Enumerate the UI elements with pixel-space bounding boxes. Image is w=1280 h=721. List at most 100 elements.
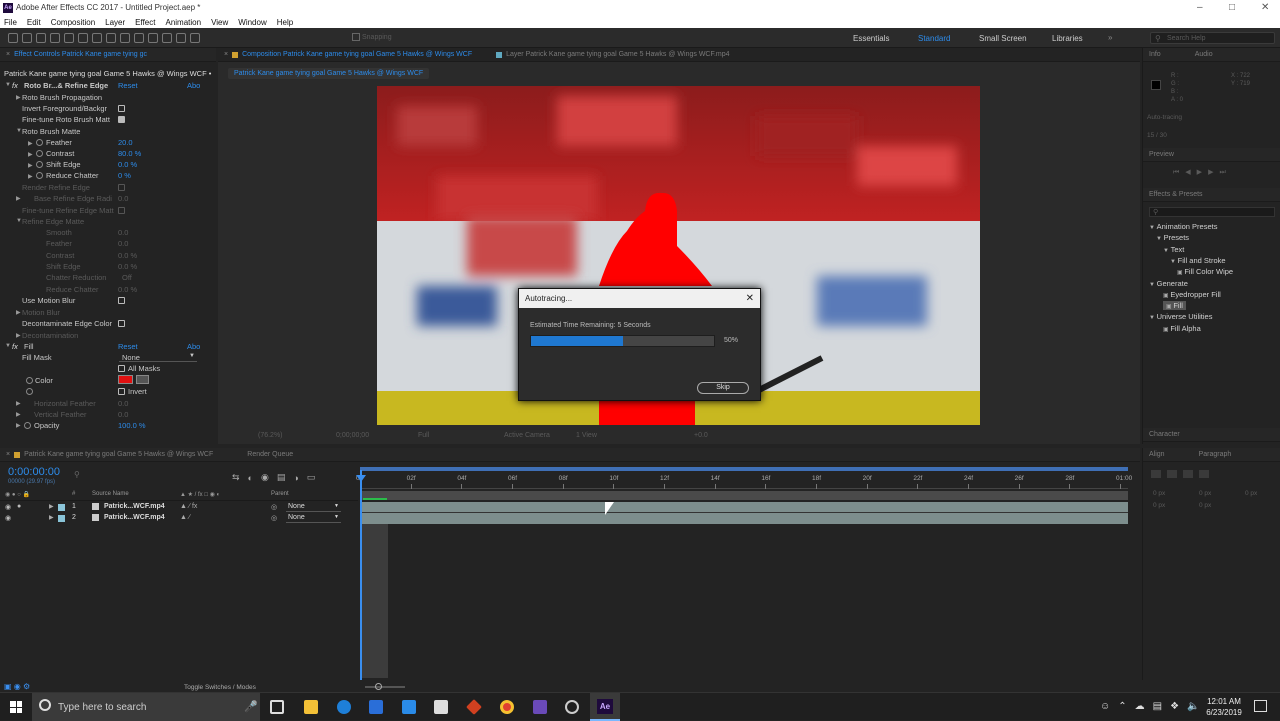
color-stopwatch-icon[interactable]	[26, 377, 33, 384]
fx-icon[interactable]: fx	[12, 81, 18, 90]
network-icon[interactable]: ▤	[1153, 701, 1162, 712]
layer-switches[interactable]: ▲ ∕ fx	[180, 503, 197, 510]
menu-composition[interactable]: Composition	[51, 18, 95, 27]
render-queue-tab[interactable]: Render Queue	[247, 451, 293, 458]
search-help-box[interactable]: ⚲ Search Help	[1150, 32, 1275, 44]
preset-tree-item[interactable]: ▣ Fill Alpha	[1163, 324, 1201, 333]
indent-left[interactable]: 0 px	[1153, 490, 1165, 497]
invert-foreground-checkbox[interactable]	[118, 105, 125, 112]
menu-edit[interactable]: Edit	[27, 18, 41, 27]
preset-tree-item[interactable]: ▣ Eyedropper Fill	[1163, 290, 1221, 299]
composition-mini-flowchart-icon[interactable]: ⇆	[232, 472, 240, 483]
shift-edge-expand-icon[interactable]: ▶	[28, 162, 33, 169]
close-tab-icon[interactable]: ×	[6, 51, 10, 58]
preset-tree-item[interactable]: ▣ Fill Color Wipe	[1177, 267, 1233, 276]
timeline-search-icon[interactable]: ⚲	[74, 470, 154, 480]
mail-icon[interactable]	[434, 700, 448, 714]
preset-tree-item[interactable]: ▼ Generate	[1149, 279, 1188, 288]
contrast-stopwatch-icon[interactable]	[36, 150, 43, 157]
invert-checkbox[interactable]	[118, 388, 125, 395]
opacity-value[interactable]: 100.0 %	[118, 421, 146, 430]
justify-icon[interactable]	[1199, 470, 1209, 478]
reduce-chatter-value[interactable]: 0 %	[118, 171, 131, 180]
align-right-icon[interactable]	[1183, 470, 1193, 478]
table-row[interactable]: ◉ ● ▶ 1 Patrick...WCF.mp4 ▲ ∕ fx ◎ None …	[0, 502, 358, 513]
preset-tree-item[interactable]: ▼ Fill and Stroke	[1170, 256, 1226, 265]
rotate-tool-icon[interactable]	[50, 33, 60, 43]
workspace-libraries[interactable]: Libraries	[1052, 34, 1083, 43]
render-refine-edge-checkbox[interactable]	[118, 184, 125, 191]
feather-expand-icon[interactable]: ▶	[28, 140, 33, 147]
toggle-switches-modes-button[interactable]: Toggle Switches / Modes	[184, 684, 256, 691]
minimize-icon[interactable]: –	[1197, 2, 1203, 13]
parent-select[interactable]: None ▼	[286, 502, 341, 512]
decontaminate-checkbox[interactable]	[118, 320, 125, 327]
motion-blur-expand-icon[interactable]: ▶	[16, 309, 21, 316]
feather-stopwatch-icon[interactable]	[36, 139, 43, 146]
menu-view[interactable]: View	[211, 18, 228, 27]
composition-tab-label[interactable]: Composition Patrick Kane game tying goal…	[242, 51, 472, 58]
roto-about-button[interactable]: Abo	[187, 81, 200, 90]
media-icon[interactable]	[533, 700, 547, 714]
roto-expand-icon[interactable]: ▼	[5, 82, 11, 88]
notifications-icon[interactable]	[1254, 700, 1267, 712]
pen-tool-icon[interactable]	[106, 33, 116, 43]
layer-name[interactable]: Patrick...WCF.mp4	[104, 514, 165, 521]
parent-select[interactable]: None ▼	[286, 513, 341, 523]
roto-reset-button[interactable]: Reset	[118, 81, 138, 90]
git-icon[interactable]	[466, 699, 482, 715]
preview-controls[interactable]: ⏮◀▶▶⏭	[1173, 168, 1232, 177]
close-tab-icon[interactable]: ×	[6, 451, 10, 458]
graph-editor-icon[interactable]: ▭	[307, 472, 316, 483]
task-view-icon[interactable]	[270, 700, 284, 714]
fine-tune-roto-checkbox[interactable]	[118, 116, 125, 123]
fill-reset-button[interactable]: Reset	[118, 342, 138, 351]
workspace-small-screen[interactable]: Small Screen	[979, 34, 1027, 43]
dialog-close-icon[interactable]: ✕	[746, 293, 754, 304]
brush-tool-icon[interactable]	[134, 33, 144, 43]
column-parent[interactable]: Parent	[271, 491, 289, 497]
align-left-icon[interactable]	[1151, 470, 1161, 478]
reduce-chatter-expand-icon[interactable]: ▶	[28, 173, 33, 180]
menu-file[interactable]: File	[4, 18, 17, 27]
chevron-up-icon[interactable]: ⌃	[1118, 701, 1126, 712]
zoom-level[interactable]: (76.2%)	[258, 432, 283, 439]
store-icon[interactable]	[369, 700, 383, 714]
dropbox-icon[interactable]	[402, 700, 416, 714]
preset-tree-item[interactable]: ▼ Universe Utilities	[1149, 312, 1212, 321]
fill-about-button[interactable]: Abo	[187, 342, 200, 351]
layer-expand-icon[interactable]: ▶	[49, 514, 54, 521]
clone-stamp-tool-icon[interactable]	[148, 33, 158, 43]
space-before[interactable]: 0 px	[1153, 502, 1165, 509]
audio-icon[interactable]: ●	[17, 503, 21, 510]
close-tab-icon[interactable]: ×	[224, 51, 228, 58]
selection-tool-icon[interactable]	[8, 33, 18, 43]
pan-behind-tool-icon[interactable]	[78, 33, 88, 43]
audio-tab[interactable]: Audio	[1195, 51, 1213, 58]
more-workspaces-icon[interactable]: »	[1108, 33, 1112, 42]
effects-search-input[interactable]: ⚲	[1149, 207, 1275, 217]
roto-brush-tool-icon[interactable]	[176, 33, 186, 43]
layer-1-duration-bar[interactable]	[360, 502, 1128, 513]
close-icon[interactable]: ✕	[1261, 2, 1269, 13]
contrast-value[interactable]: 80.0 %	[118, 149, 141, 158]
work-area-bar[interactable]	[360, 467, 1128, 471]
cloud-icon[interactable]: ☁	[1135, 701, 1145, 712]
current-time-display[interactable]: 0;00;00;00	[336, 432, 369, 439]
timeline-bottom-icons[interactable]: ▣ ◉ ⚙	[4, 682, 30, 691]
taskbar-search-box[interactable]: Type here to search 🎤	[32, 693, 260, 721]
v-feather-expand-icon[interactable]: ▶	[16, 411, 21, 418]
character-tab[interactable]: Character	[1143, 428, 1280, 442]
edge-browser-icon[interactable]	[337, 700, 351, 714]
dropbox-tray-icon[interactable]: ❖	[1170, 701, 1179, 712]
draft-3d-icon[interactable]: ◐	[248, 473, 253, 483]
layer-name[interactable]: Patrick...WCF.mp4	[104, 503, 165, 510]
space-after[interactable]: 0 px	[1199, 502, 1211, 509]
time-ruler[interactable]: 0f 02f 04f 06f 08f 10f 12f 14f 16f 18f 20f 22f 24f 26…	[356, 475, 1132, 489]
eye-icon[interactable]: ◉	[5, 503, 11, 511]
paragraph-tab[interactable]: Paragraph	[1199, 451, 1232, 458]
pickwhip-icon[interactable]: ◎	[271, 503, 277, 511]
motion-blur-icon[interactable]: ◑	[293, 473, 298, 483]
opacity-stopwatch-icon[interactable]	[24, 422, 31, 429]
indent-right[interactable]: 0 px	[1199, 490, 1211, 497]
